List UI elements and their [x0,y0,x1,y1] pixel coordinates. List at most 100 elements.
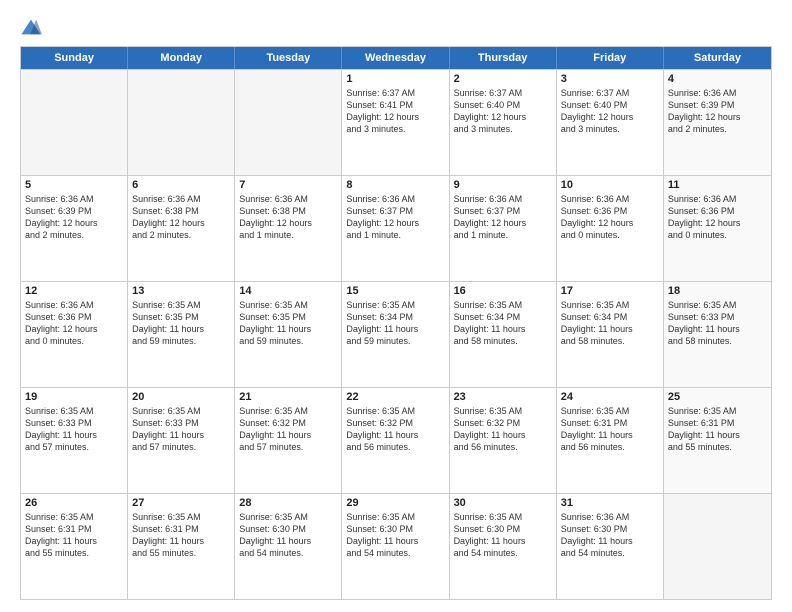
day-info: Sunrise: 6:36 AM Sunset: 6:36 PM Dayligh… [25,299,123,348]
calendar-day-28: 28 Sunrise: 6:35 AM Sunset: 6:30 PM Dayli… [235,494,342,599]
weekday-header-sunday: Sunday [21,47,128,69]
day-number: 23 [454,391,552,403]
weekday-header-friday: Friday [557,47,664,69]
day-number: 19 [25,391,123,403]
day-number: 18 [668,285,767,297]
day-number: 29 [346,497,444,509]
calendar-row-4: 19 Sunrise: 6:35 AM Sunset: 6:33 PM Dayli… [21,387,771,493]
day-info: Sunrise: 6:35 AM Sunset: 6:33 PM Dayligh… [132,405,230,454]
day-number: 2 [454,73,552,85]
day-number: 12 [25,285,123,297]
calendar-row-2: 5 Sunrise: 6:36 AM Sunset: 6:39 PM Daylig… [21,175,771,281]
calendar-day-19: 19 Sunrise: 6:35 AM Sunset: 6:33 PM Dayli… [21,388,128,493]
day-info: Sunrise: 6:35 AM Sunset: 6:32 PM Dayligh… [346,405,444,454]
calendar-day-29: 29 Sunrise: 6:35 AM Sunset: 6:30 PM Dayli… [342,494,449,599]
calendar-day-18: 18 Sunrise: 6:35 AM Sunset: 6:33 PM Dayli… [664,282,771,387]
calendar-day-26: 26 Sunrise: 6:35 AM Sunset: 6:31 PM Dayli… [21,494,128,599]
day-number: 25 [668,391,767,403]
calendar-row-3: 12 Sunrise: 6:36 AM Sunset: 6:36 PM Dayli… [21,281,771,387]
day-info: Sunrise: 6:35 AM Sunset: 6:34 PM Dayligh… [561,299,659,348]
calendar-day-1: 1Sunrise: 6:37 AM Sunset: 6:41 PM Daylig… [342,70,449,175]
calendar-day-7: 7Sunrise: 6:36 AM Sunset: 6:38 PM Daylig… [235,176,342,281]
calendar-day-13: 13 Sunrise: 6:35 AM Sunset: 6:35 PM Dayli… [128,282,235,387]
calendar-day-10: 10 Sunrise: 6:36 AM Sunset: 6:36 PM Dayli… [557,176,664,281]
day-number: 16 [454,285,552,297]
logo [20,18,46,36]
day-number: 5 [25,179,123,191]
day-number: 10 [561,179,659,191]
calendar-empty-cell [128,70,235,175]
day-info: Sunrise: 6:37 AM Sunset: 6:41 PM Dayligh… [346,87,444,136]
day-info: Sunrise: 6:35 AM Sunset: 6:30 PM Dayligh… [454,511,552,560]
day-info: Sunrise: 6:35 AM Sunset: 6:33 PM Dayligh… [668,299,767,348]
day-number: 11 [668,179,767,191]
calendar-day-4: 4 Sunrise: 6:36 AM Sunset: 6:39 PM Daylig… [664,70,771,175]
day-info: Sunrise: 6:35 AM Sunset: 6:30 PM Dayligh… [239,511,337,560]
calendar-day-17: 17 Sunrise: 6:35 AM Sunset: 6:34 PM Dayli… [557,282,664,387]
calendar-day-22: 22Sunrise: 6:35 AM Sunset: 6:32 PM Dayli… [342,388,449,493]
day-info: Sunrise: 6:36 AM Sunset: 6:36 PM Dayligh… [561,193,659,242]
day-number: 14 [239,285,337,297]
calendar-day-27: 27Sunrise: 6:35 AM Sunset: 6:31 PM Dayli… [128,494,235,599]
calendar-day-8: 8 Sunrise: 6:36 AM Sunset: 6:37 PM Daylig… [342,176,449,281]
day-info: Sunrise: 6:35 AM Sunset: 6:34 PM Dayligh… [454,299,552,348]
weekday-header-saturday: Saturday [664,47,771,69]
day-number: 13 [132,285,230,297]
day-info: Sunrise: 6:37 AM Sunset: 6:40 PM Dayligh… [561,87,659,136]
day-number: 3 [561,73,659,85]
day-info: Sunrise: 6:35 AM Sunset: 6:33 PM Dayligh… [25,405,123,454]
day-info: Sunrise: 6:36 AM Sunset: 6:38 PM Dayligh… [132,193,230,242]
day-info: Sunrise: 6:35 AM Sunset: 6:31 PM Dayligh… [561,405,659,454]
calendar-day-3: 3 Sunrise: 6:37 AM Sunset: 6:40 PM Daylig… [557,70,664,175]
day-number: 26 [25,497,123,509]
day-info: Sunrise: 6:35 AM Sunset: 6:34 PM Dayligh… [346,299,444,348]
calendar-day-25: 25 Sunrise: 6:35 AM Sunset: 6:31 PM Dayli… [664,388,771,493]
day-number: 15 [346,285,444,297]
day-info: Sunrise: 6:36 AM Sunset: 6:39 PM Dayligh… [25,193,123,242]
calendar-empty-cell [21,70,128,175]
calendar-day-20: 20 Sunrise: 6:35 AM Sunset: 6:33 PM Dayli… [128,388,235,493]
calendar-day-11: 11Sunrise: 6:36 AM Sunset: 6:36 PM Dayli… [664,176,771,281]
page: SundayMondayTuesdayWednesdayThursdayFrid… [0,0,792,612]
day-info: Sunrise: 6:35 AM Sunset: 6:30 PM Dayligh… [346,511,444,560]
calendar-day-12: 12 Sunrise: 6:36 AM Sunset: 6:36 PM Dayli… [21,282,128,387]
day-number: 20 [132,391,230,403]
day-number: 21 [239,391,337,403]
day-number: 31 [561,497,659,509]
day-number: 4 [668,73,767,85]
day-info: Sunrise: 6:36 AM Sunset: 6:39 PM Dayligh… [668,87,767,136]
calendar-day-2: 2Sunrise: 6:37 AM Sunset: 6:40 PM Daylig… [450,70,557,175]
day-info: Sunrise: 6:35 AM Sunset: 6:35 PM Dayligh… [132,299,230,348]
weekday-header-monday: Monday [128,47,235,69]
calendar-body: 1Sunrise: 6:37 AM Sunset: 6:41 PM Daylig… [21,69,771,599]
calendar-day-24: 24 Sunrise: 6:35 AM Sunset: 6:31 PM Dayli… [557,388,664,493]
weekday-header-tuesday: Tuesday [235,47,342,69]
weekday-header-wednesday: Wednesday [342,47,449,69]
calendar-day-23: 23 Sunrise: 6:35 AM Sunset: 6:32 PM Dayli… [450,388,557,493]
day-number: 30 [454,497,552,509]
day-number: 9 [454,179,552,191]
calendar-empty-cell [235,70,342,175]
day-number: 17 [561,285,659,297]
calendar-day-14: 14Sunrise: 6:35 AM Sunset: 6:35 PM Dayli… [235,282,342,387]
day-number: 28 [239,497,337,509]
day-number: 24 [561,391,659,403]
calendar-day-30: 30 Sunrise: 6:35 AM Sunset: 6:30 PM Dayli… [450,494,557,599]
day-info: Sunrise: 6:36 AM Sunset: 6:37 PM Dayligh… [346,193,444,242]
day-info: Sunrise: 6:35 AM Sunset: 6:31 PM Dayligh… [668,405,767,454]
day-info: Sunrise: 6:35 AM Sunset: 6:32 PM Dayligh… [239,405,337,454]
logo-icon [20,18,42,36]
day-info: Sunrise: 6:35 AM Sunset: 6:32 PM Dayligh… [454,405,552,454]
calendar-day-21: 21 Sunrise: 6:35 AM Sunset: 6:32 PM Dayli… [235,388,342,493]
day-number: 6 [132,179,230,191]
calendar-day-31: 31 Sunrise: 6:36 AM Sunset: 6:30 PM Dayli… [557,494,664,599]
day-number: 27 [132,497,230,509]
calendar-day-6: 6 Sunrise: 6:36 AM Sunset: 6:38 PM Daylig… [128,176,235,281]
day-number: 7 [239,179,337,191]
day-info: Sunrise: 6:35 AM Sunset: 6:31 PM Dayligh… [25,511,123,560]
day-info: Sunrise: 6:36 AM Sunset: 6:30 PM Dayligh… [561,511,659,560]
weekday-header-thursday: Thursday [450,47,557,69]
calendar-day-15: 15 Sunrise: 6:35 AM Sunset: 6:34 PM Dayli… [342,282,449,387]
day-info: Sunrise: 6:36 AM Sunset: 6:37 PM Dayligh… [454,193,552,242]
day-number: 8 [346,179,444,191]
